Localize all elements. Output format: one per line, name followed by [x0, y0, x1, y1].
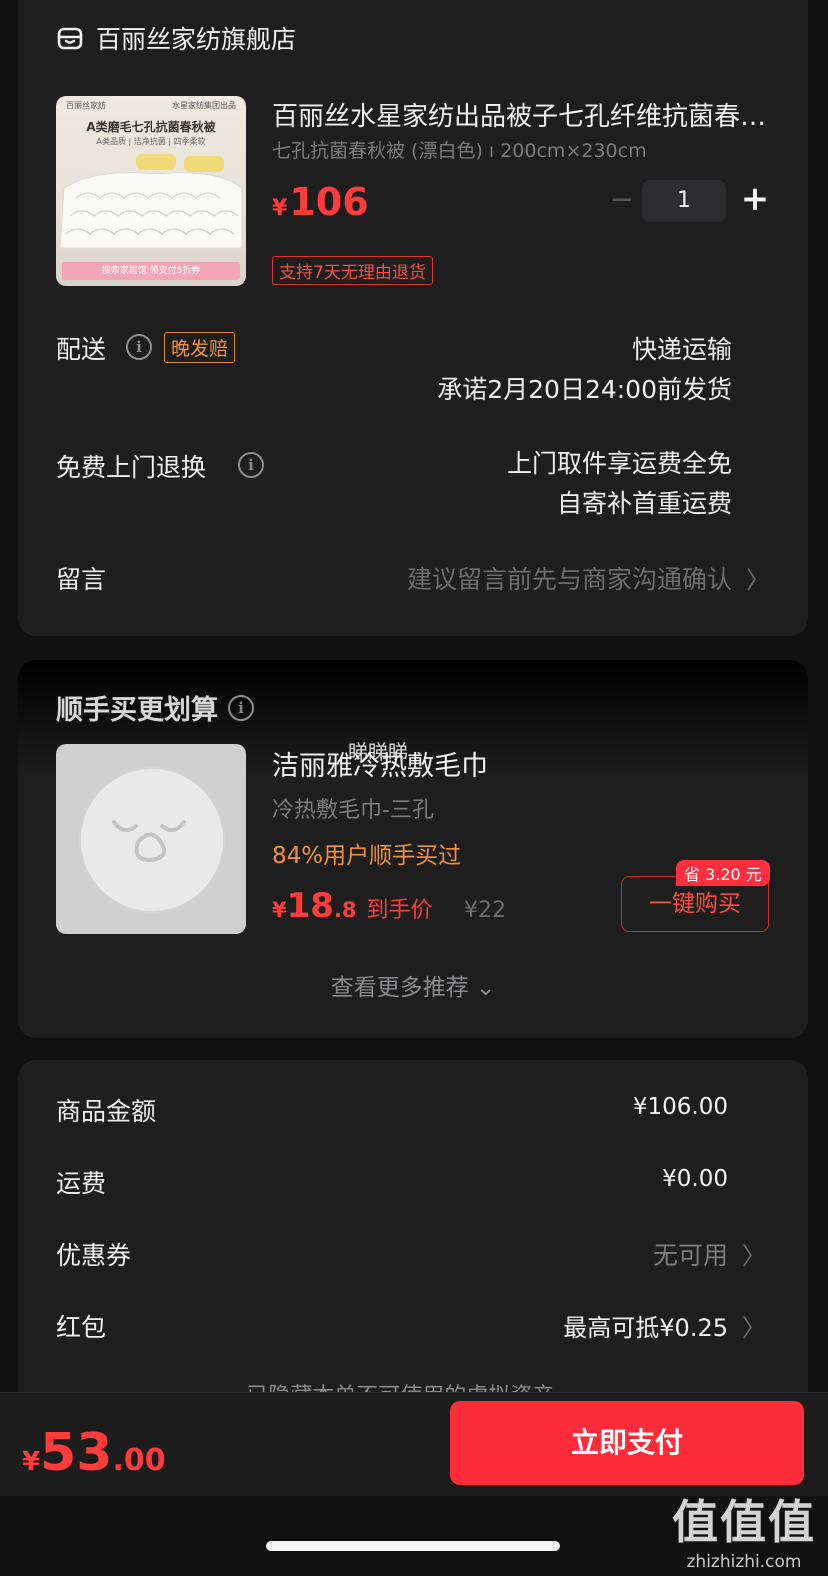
- free-return-line2: 自寄补首重运费: [556, 489, 732, 518]
- reco-item-overlay: 睇睇睇: [348, 740, 408, 764]
- reco-title: 顺手买更划算 i: [56, 688, 254, 727]
- checkout-bar: ¥ 53 .00 立即支付: [0, 1392, 828, 1496]
- reco-item-stat: 84%用户顺手买过: [272, 843, 462, 869]
- summary-value-goods: ¥106.00: [632, 1094, 728, 1120]
- store-header[interactable]: 百丽丝家纺旗舰店: [56, 20, 296, 56]
- redpacket-value[interactable]: 最高可抵¥0.25: [563, 1308, 728, 1343]
- message-input[interactable]: 建议留言前先与商家沟通确认: [407, 560, 732, 596]
- image-headline: A类磨毛七孔抗菌春秋被: [86, 120, 216, 134]
- quantity-decrease-button[interactable]: −: [602, 180, 642, 222]
- info-icon[interactable]: i: [126, 334, 152, 360]
- delivery-label: 配送: [56, 335, 107, 364]
- original-price: ¥22: [464, 898, 506, 923]
- summary-label-redpacket: 红包: [56, 1313, 107, 1342]
- currency-symbol: ¥: [272, 898, 287, 922]
- product-price: ¥ 106: [272, 180, 369, 224]
- message-label: 留言: [56, 565, 107, 594]
- quantity-input[interactable]: 1: [642, 180, 726, 222]
- quilt-illustration: [59, 154, 243, 249]
- towel-illustration: [79, 767, 225, 913]
- product-title[interactable]: 百丽丝水星家纺出品被子七孔纤维抗菌春秋被: [272, 96, 772, 133]
- coupon-value[interactable]: 无可用: [653, 1236, 728, 1272]
- image-brand-right: 水星家纺集团出品: [172, 101, 236, 110]
- reco-item-spec: 冷热敷毛巾-三孔: [272, 798, 434, 823]
- watermark: 值值值 zhizhizhi.com: [672, 1486, 816, 1572]
- price-label: 到手价: [366, 898, 433, 923]
- reco-title-text: 顺手买更划算: [56, 695, 218, 726]
- free-return-line1: 上门取件享运费全免: [506, 449, 732, 478]
- watermark-logo: 值值值: [672, 1495, 816, 1549]
- product-image[interactable]: 百丽丝家纺 水星家纺集团出品 A类磨毛七孔抗菌春秋被 A类品质 | 洁净抗菌 |…: [56, 96, 246, 286]
- product-card: 百丽丝家纺旗舰店 百丽丝家纺 水星家纺集团出品 A类磨毛七孔抗菌春秋被 A类品质…: [18, 0, 808, 636]
- towel-image[interactable]: [56, 744, 246, 934]
- info-icon[interactable]: i: [238, 452, 264, 478]
- quantity-increase-button[interactable]: +: [734, 178, 776, 222]
- price-integer: 18: [286, 886, 334, 926]
- pay-now-button[interactable]: 立即支付: [450, 1401, 804, 1485]
- currency-symbol: ¥: [22, 1447, 41, 1477]
- store-icon: [57, 27, 83, 50]
- home-indicator[interactable]: [266, 1541, 560, 1551]
- recommendation-card: 顺手买更划算 i 洁丽雅冷热敷毛巾 睇睇睇 冷热敷毛巾-三孔 84%用户顺手买过…: [18, 660, 808, 1038]
- late-compensation-tag: 晚发赔: [164, 332, 236, 363]
- product-spec[interactable]: 七孔抗菌春秋被 (漂白色) ı 200cm×230cm: [272, 136, 647, 163]
- delivery-method: 快递运输: [631, 335, 732, 364]
- info-icon[interactable]: i: [228, 694, 254, 721]
- more-recommendations-link[interactable]: 查看更多推荐 ⌄: [18, 968, 808, 1002]
- image-sub: A类品质 | 洁净抗菌 | 四季柔软: [96, 137, 206, 146]
- price-value: 106: [289, 180, 369, 224]
- delivery-promise: 承诺2月20日24:00前发货: [437, 375, 732, 404]
- chevron-right-icon[interactable]: 〉: [742, 1308, 766, 1343]
- image-promo: 搜索家居馆 领支付5折券: [62, 262, 240, 280]
- chevron-right-icon[interactable]: 〉: [742, 1236, 766, 1271]
- chevron-right-icon[interactable]: 〉: [746, 560, 770, 595]
- total-price: ¥ 53 .00: [22, 1423, 166, 1483]
- total-integer: 53: [40, 1423, 113, 1483]
- summary-label-coupon: 优惠券: [56, 1241, 132, 1270]
- total-decimal: .00: [112, 1443, 166, 1478]
- reco-item-price: ¥ 18 .8 到手价: [272, 886, 433, 926]
- currency-symbol: ¥: [272, 196, 288, 221]
- free-return-label: 免费上门退换: [56, 453, 207, 482]
- summary-label-goods: 商品金额: [56, 1097, 157, 1126]
- savings-badge: 省 3.20 元: [676, 860, 770, 886]
- return-policy-tag: 支持7天无理由退货: [272, 256, 433, 285]
- watermark-url: zhizhizhi.com: [686, 1552, 802, 1572]
- summary-value-shipping: ¥0.00: [662, 1166, 728, 1192]
- price-decimal: .8: [333, 898, 357, 922]
- summary-label-shipping: 运费: [56, 1169, 107, 1198]
- image-brand-left: 百丽丝家纺: [66, 101, 106, 110]
- store-name: 百丽丝家纺旗舰店: [96, 25, 297, 54]
